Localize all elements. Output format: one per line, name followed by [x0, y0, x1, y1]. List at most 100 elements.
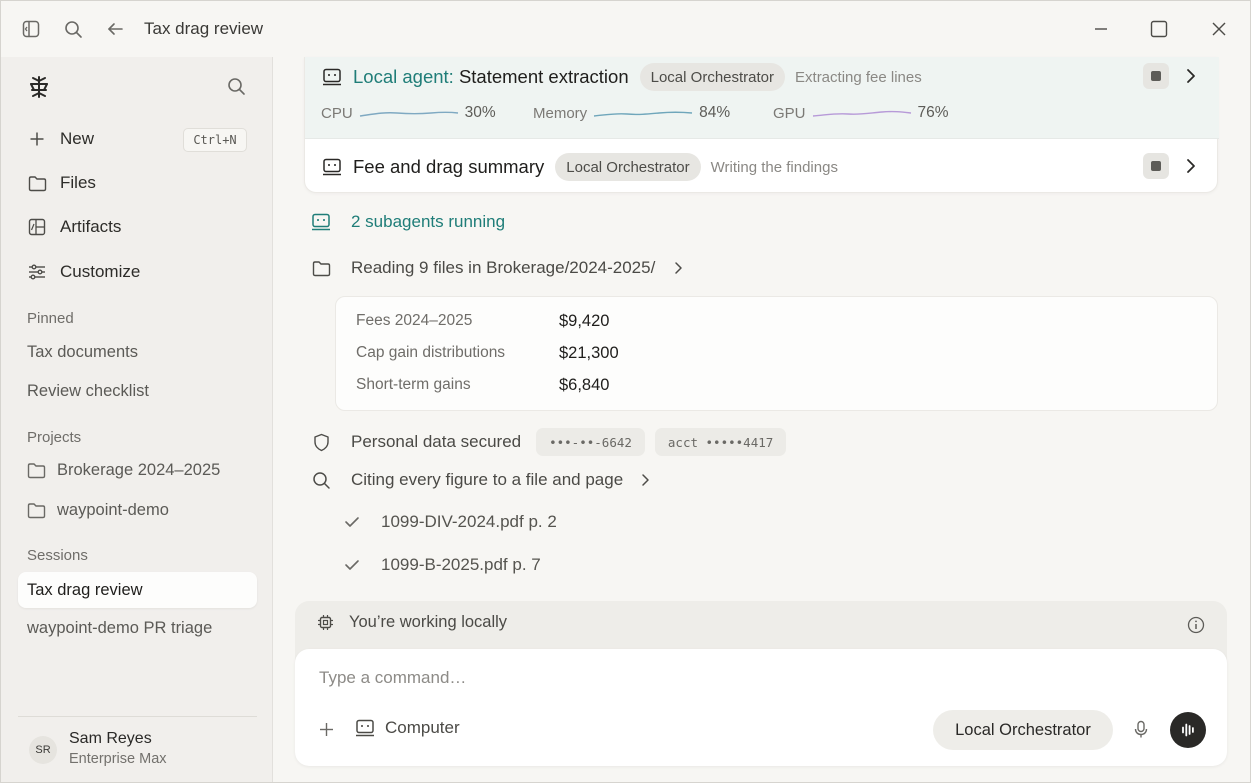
- app-window: Tax drag review New Ctrl+N Files Artifac…: [0, 0, 1251, 783]
- agent-name: Fee and drag summary: [353, 156, 545, 177]
- check-icon: [344, 515, 360, 529]
- sidebar-item-new[interactable]: New: [27, 127, 94, 151]
- citing-step[interactable]: Citing every figure to a file and page: [310, 470, 650, 490]
- pinned-item-tax-documents[interactable]: Tax documents: [27, 343, 138, 362]
- session-item-waypoint-demo-pr-triage[interactable]: waypoint-demo PR triage: [27, 619, 212, 638]
- agent-status: Extracting fee lines: [795, 68, 922, 86]
- chevron-right-icon[interactable]: [1185, 158, 1197, 179]
- info-icon[interactable]: [1187, 616, 1205, 634]
- user-plan: Enterprise Max: [69, 751, 167, 767]
- summary-label: Cap gain distributions: [356, 344, 506, 361]
- citation-label: 1099-B-2025.pdf p. 7: [381, 555, 541, 574]
- sidebar-item-label: Artifacts: [60, 217, 122, 236]
- summary-value: $9,420: [559, 312, 610, 330]
- window-title: Tax drag review: [144, 19, 264, 38]
- computer-icon: [322, 68, 342, 86]
- command-composer: Type a command… Computer Local Orchestra…: [295, 649, 1227, 766]
- privacy-label: Personal data secured: [351, 432, 522, 451]
- waveform-icon: [1180, 722, 1196, 738]
- chevron-right-icon[interactable]: [1185, 68, 1197, 89]
- local-mode-notice: You’re working locally: [317, 613, 507, 632]
- app-logo-icon: [27, 75, 51, 104]
- folder-icon: [27, 173, 47, 193]
- model-selector[interactable]: Local Orchestrator: [933, 710, 1113, 750]
- stop-agent-button[interactable]: [1143, 153, 1169, 179]
- computer-icon: [322, 158, 342, 176]
- metric-value: 76%: [917, 104, 949, 121]
- agent-name: Statement extraction: [458, 66, 629, 87]
- shield-icon: [310, 433, 332, 452]
- microphone-icon[interactable]: [1133, 720, 1149, 739]
- citing-label: Citing every figure to a file and page: [351, 470, 624, 489]
- summary-label: Fees 2024–2025: [356, 312, 473, 329]
- local-mode-label: You’re working locally: [349, 613, 508, 631]
- chip-icon: [317, 614, 334, 631]
- summary-value: $21,300: [559, 344, 619, 362]
- plus-icon: [27, 129, 47, 149]
- voice-mode-button[interactable]: [1170, 712, 1206, 748]
- sidebar-item-files[interactable]: Files: [27, 171, 96, 195]
- chevron-right-icon: [673, 261, 683, 275]
- sidebar-item-customize[interactable]: Customize: [27, 260, 140, 284]
- back-arrow-icon[interactable]: [105, 19, 125, 39]
- project-item-brokerage[interactable]: Brokerage 2024–2025: [27, 461, 220, 480]
- findings-summary: Fees 2024–2025 $9,420 Cap gain distribut…: [335, 296, 1218, 411]
- memory-sparkline: [594, 111, 693, 117]
- stop-icon: [1151, 161, 1161, 171]
- maximize-icon[interactable]: [1149, 19, 1169, 39]
- avatar[interactable]: SR: [29, 736, 57, 764]
- agent-title: Local agent: Statement extraction: [353, 66, 629, 88]
- citation-item[interactable]: 1099-B-2025.pdf p. 7: [344, 555, 541, 575]
- computer-tool-button[interactable]: Computer: [355, 718, 460, 738]
- sessions-heading: Sessions: [27, 547, 88, 564]
- computer-icon: [310, 213, 332, 231]
- new-shortcut-badge: Ctrl+N: [183, 128, 247, 152]
- subagents-status[interactable]: 2 subagents running: [310, 212, 505, 232]
- agent-runner-pill: Local Orchestrator: [555, 153, 701, 181]
- gpu-metric: GPU 76%: [773, 104, 949, 122]
- search-icon: [310, 471, 332, 490]
- add-attachment-icon[interactable]: [319, 722, 334, 737]
- sidebar-search-icon[interactable]: [227, 77, 246, 101]
- subagents-label: 2 subagents running: [351, 212, 506, 231]
- gpu-sparkline: [812, 110, 911, 117]
- computer-tool-label: Computer: [385, 718, 460, 737]
- redacted-account-chip: acct •••••4417: [654, 428, 787, 456]
- reading-files-label: Reading 9 files in Brokerage/2024-2025/: [351, 258, 656, 277]
- sidebar-toggle-icon[interactable]: [21, 19, 41, 39]
- minimize-icon[interactable]: [1091, 19, 1111, 39]
- sliders-icon: [27, 262, 47, 282]
- metric-label: CPU: [321, 104, 353, 122]
- pinned-item-review-checklist[interactable]: Review checklist: [27, 382, 149, 401]
- agent-row-statement-extraction[interactable]: Local agent: Statement extraction Local …: [322, 63, 922, 91]
- sidebar-divider: [18, 716, 257, 717]
- close-icon[interactable]: [1209, 19, 1229, 39]
- sidebar-item-artifacts[interactable]: Artifacts: [27, 215, 121, 239]
- reading-files-step[interactable]: Reading 9 files in Brokerage/2024-2025/: [310, 258, 683, 278]
- computer-icon: [355, 719, 375, 737]
- check-icon: [344, 558, 360, 572]
- agent-prefix: Local agent:: [353, 66, 454, 87]
- agent-row-fee-summary[interactable]: Fee and drag summary Local Orchestrator …: [322, 153, 838, 181]
- cpu-metric: CPU 30%: [321, 104, 496, 122]
- project-item-waypoint-demo[interactable]: waypoint-demo: [27, 501, 169, 520]
- folder-icon: [27, 502, 46, 519]
- pinned-heading: Pinned: [27, 310, 74, 327]
- metric-label: Memory: [533, 104, 588, 122]
- cpu-sparkline: [359, 111, 458, 117]
- summary-label: Short-term gains: [356, 376, 471, 393]
- sidebar-item-label: New: [60, 129, 95, 148]
- metric-value: 84%: [699, 104, 731, 121]
- redacted-ssn-chip: •••-••-6642: [536, 428, 645, 456]
- privacy-status: Personal data secured •••-••-6642 acct •…: [310, 428, 787, 456]
- sidebar-item-label: Customize: [60, 262, 141, 281]
- project-label: Brokerage 2024–2025: [57, 461, 221, 479]
- stop-icon: [1151, 71, 1161, 81]
- metric-value: 30%: [464, 104, 496, 121]
- stop-agent-button[interactable]: [1143, 63, 1169, 89]
- citation-item[interactable]: 1099-DIV-2024.pdf p. 2: [344, 512, 557, 532]
- search-icon[interactable]: [63, 19, 83, 39]
- user-name: Sam Reyes: [69, 730, 152, 747]
- session-item-tax-drag-review[interactable]: Tax drag review: [18, 572, 257, 608]
- command-input[interactable]: Type a command…: [319, 668, 466, 688]
